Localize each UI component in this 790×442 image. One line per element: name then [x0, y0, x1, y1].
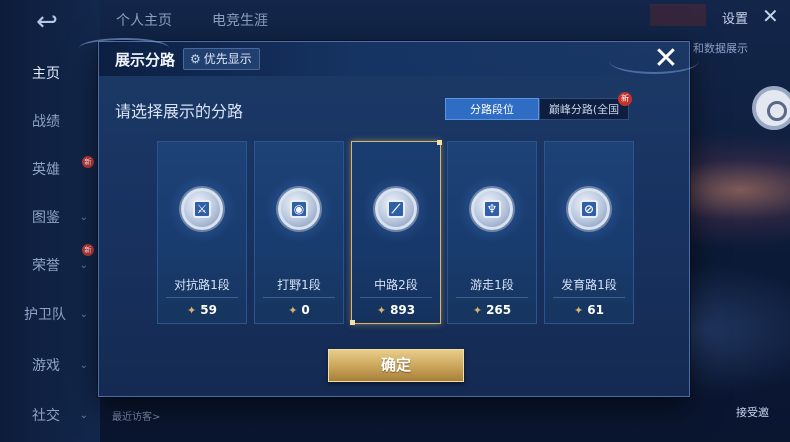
- lane-score: ✦ 0: [255, 303, 343, 317]
- lane-score: ✦ 893: [352, 303, 440, 317]
- roam-emblem-icon: ♆: [471, 188, 513, 230]
- lane-glyph: ⟋: [387, 200, 405, 218]
- lane-glyph: ♆: [483, 200, 501, 218]
- lane-score-value: 265: [486, 303, 512, 317]
- sidebar-item-label: 战绩: [32, 114, 60, 130]
- lane-score: ✦ 61: [545, 303, 633, 317]
- lane-name: 游走1段: [470, 278, 514, 292]
- gear-icon: ⚙: [190, 52, 201, 66]
- sidebar-item-label: 英雄: [32, 162, 60, 178]
- new-badge: 新: [82, 156, 94, 168]
- lane-glyph: ◉: [290, 200, 308, 218]
- accept-invite-button[interactable]: 接受邀: [736, 404, 769, 420]
- tab-peak-lane[interactable]: 巅峰分路(全国 新: [539, 92, 632, 120]
- close-button[interactable]: ✕: [651, 42, 681, 76]
- score-icon: ✦: [472, 304, 483, 317]
- sidebar-item-label: 护卫队: [24, 307, 66, 323]
- selection-corner: [350, 320, 355, 325]
- tab-esports-career[interactable]: 电竞生涯: [212, 10, 268, 30]
- tab-lane-rank[interactable]: 分路段位: [445, 98, 539, 120]
- divider: [263, 297, 335, 298]
- lane-glyph: ⊘: [580, 200, 598, 218]
- lane-card-farm[interactable]: ⊘ 发育路1段 ✦ 61: [544, 141, 634, 324]
- top-lane-emblem-icon: ⚔: [181, 188, 223, 230]
- sidebar-item-game[interactable]: 游戏 ⌄: [0, 348, 100, 384]
- score-icon: ✦: [376, 304, 387, 317]
- sidebar-item-home[interactable]: 主页: [0, 56, 100, 92]
- sidebar: ↩ 主页 战绩 英雄 新 图鉴 ⌄ 荣誉 ⌄ 新 护卫队 ⌄ 游戏 ⌄ 社交 ⌄: [0, 0, 100, 442]
- chevron-down-icon: ⌄: [79, 212, 88, 223]
- divider: [360, 297, 432, 298]
- sidebar-item-label: 图鉴: [32, 210, 60, 226]
- sidebar-item-label: 主页: [32, 66, 60, 82]
- new-badge: 新: [82, 244, 94, 256]
- sidebar-item-social[interactable]: 社交 ⌄: [0, 398, 100, 434]
- sidebar-item-guard[interactable]: 护卫队 ⌄: [0, 297, 100, 333]
- lane-name: 中路2段: [374, 278, 418, 292]
- lane-card-jungle[interactable]: ◉ 打野1段 ✦ 0: [254, 141, 344, 324]
- select-lane-prompt: 请选择展示的分路: [115, 102, 244, 121]
- sidebar-item-label: 游戏: [32, 358, 60, 374]
- sidebar-item-heroes[interactable]: 英雄 新: [0, 152, 100, 188]
- mid-lane-emblem-icon: ⟋: [375, 188, 417, 230]
- sidebar-item-codex[interactable]: 图鉴 ⌄: [0, 200, 100, 236]
- priority-display-label: 优先显示: [203, 52, 252, 66]
- lane-card-roam[interactable]: ♆ 游走1段 ✦ 265: [447, 141, 537, 324]
- settings-button[interactable]: 设置: [722, 8, 748, 27]
- lane-score-value: 0: [301, 303, 310, 317]
- selection-corner: [437, 140, 442, 145]
- score-icon: ✦: [574, 304, 584, 317]
- dialog-title: 展示分路: [115, 51, 176, 69]
- score-icon: ✦: [187, 304, 197, 317]
- lane-card-mid[interactable]: ⟋ 中路2段 ✦ 893: [350, 140, 442, 325]
- lane-score-value: 59: [200, 303, 217, 317]
- lane-score-value: 61: [587, 303, 604, 317]
- farm-lane-emblem-icon: ⊘: [568, 188, 610, 230]
- divider: [553, 297, 625, 298]
- new-badge: 新: [618, 92, 632, 106]
- notice-banner: [650, 4, 706, 26]
- close-icon[interactable]: ✕: [762, 4, 779, 28]
- chevron-down-icon: ⌄: [79, 309, 88, 320]
- chevron-down-icon: ⌄: [79, 360, 88, 371]
- tab-peak-lane-label: 巅峰分路(全国: [548, 103, 620, 116]
- priority-display-button[interactable]: ⚙ 优先显示: [183, 48, 260, 70]
- lane-score: ✦ 265: [448, 303, 536, 317]
- lane-card-top[interactable]: ⚔ 对抗路1段 ✦ 59: [157, 141, 247, 324]
- camera-icon[interactable]: [752, 86, 790, 130]
- lane-name: 发育路1段: [561, 278, 617, 292]
- tab-profile[interactable]: 个人主页: [116, 10, 172, 30]
- divider: [456, 297, 528, 298]
- data-display-link[interactable]: 和数据展示: [693, 40, 748, 56]
- lane-display-dialog: 展示分路 ⚙ 优先显示 ✕ 请选择展示的分路 分路段位 巅峰分路(全国 新 ⚔ 对…: [79, 38, 699, 397]
- lane-name: 对抗路1段: [174, 278, 230, 292]
- confirm-button[interactable]: 确定: [328, 349, 464, 382]
- chevron-down-icon: ⌄: [79, 410, 88, 421]
- jungle-emblem-icon: ◉: [278, 188, 320, 230]
- lane-score: ✦ 59: [158, 303, 246, 317]
- lane-score-value: 893: [390, 303, 416, 317]
- back-icon[interactable]: ↩: [22, 8, 72, 36]
- sidebar-item-label: 荣誉: [32, 258, 60, 274]
- recent-visitors-link[interactable]: 最近访客>: [112, 408, 160, 423]
- sidebar-item-honor[interactable]: 荣誉 ⌄ 新: [0, 244, 100, 284]
- sidebar-item-record[interactable]: 战绩: [0, 104, 100, 140]
- sidebar-item-label: 社交: [32, 408, 60, 424]
- score-icon: ✦: [288, 304, 298, 317]
- lane-name: 打野1段: [277, 278, 321, 292]
- divider: [166, 297, 238, 298]
- lane-glyph: ⚔: [193, 200, 211, 218]
